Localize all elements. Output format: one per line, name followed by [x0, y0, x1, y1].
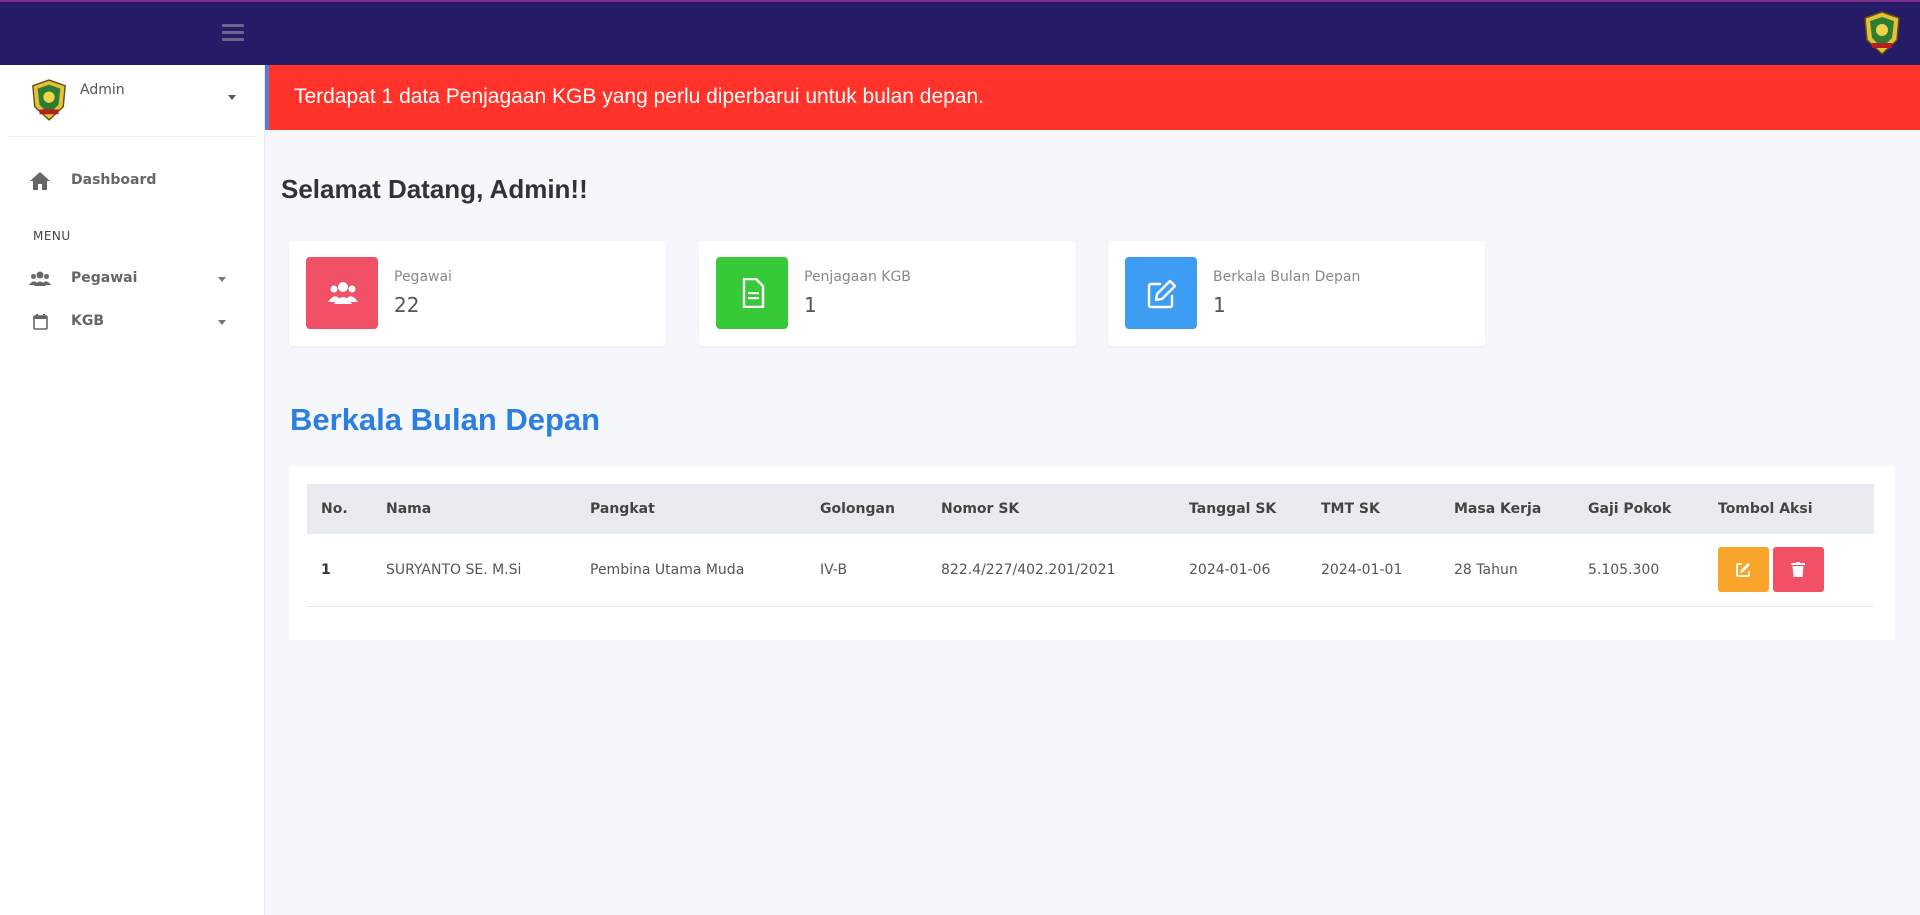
chevron-down-icon	[218, 320, 226, 325]
column-header: Golongan	[820, 501, 895, 517]
column-header: Nama	[386, 501, 432, 517]
edit-button[interactable]	[1718, 547, 1769, 593]
cell-tmt-sk: 2024-01-01	[1321, 561, 1403, 578]
column-header: Masa Kerja	[1454, 501, 1542, 517]
section-title: Berkala Bulan Depan	[290, 402, 601, 437]
stat-card-label: Berkala Bulan Depan	[1213, 269, 1361, 285]
user-panel: Admin	[8, 65, 256, 137]
cell-golongan: IV-B	[820, 561, 848, 578]
sidebar-item-dashboard[interactable]: Dashboard	[0, 164, 264, 198]
column-header: TMT SK	[1321, 501, 1380, 517]
cell-gaji-pokok: 5.105.300	[1588, 561, 1660, 578]
stat-card-icon-box	[716, 257, 788, 329]
column-header: Tanggal SK	[1189, 501, 1277, 517]
sidebar-item-label: Dashboard	[71, 172, 157, 188]
sidebar-item-label: Pegawai	[71, 270, 138, 286]
alert-banner: Terdapat 1 data Penjagaan KGB yang perlu…	[265, 65, 1920, 130]
chevron-down-icon	[218, 277, 226, 282]
stat-card-icon-box	[306, 257, 378, 329]
cell-no: 1	[321, 561, 331, 578]
calendar-icon	[33, 314, 48, 330]
cell-tanggal-sk: 2024-01-06	[1189, 561, 1271, 578]
user-dropdown-caret-icon[interactable]	[228, 95, 236, 100]
sidebar: Admin Dashboard MENU Pegawai KGB	[0, 65, 265, 915]
stat-card-value: 22	[394, 293, 420, 317]
stat-card-pegawai: Pegawai 22	[289, 241, 666, 346]
table-card: No. Nama Pangkat Golongan Nomor SK Tangg…	[289, 466, 1895, 640]
cell-masa-kerja: 28 Tahun	[1454, 561, 1518, 578]
stat-card-value: 1	[1213, 293, 1226, 317]
table-row: 1 SURYANTO SE. M.Si Pembina Utama Muda I…	[307, 534, 1874, 606]
column-header: Gaji Pokok	[1588, 501, 1672, 517]
stat-card-penjagaan-kgb: Penjagaan KGB 1	[699, 241, 1076, 346]
cell-pangkat: Pembina Utama Muda	[590, 561, 745, 578]
stat-card-label: Pegawai	[394, 269, 452, 285]
edit-icon	[1147, 279, 1177, 309]
menu-section-header: MENU	[33, 229, 71, 243]
sidebar-item-label: KGB	[71, 313, 105, 329]
user-name: Admin	[80, 82, 125, 98]
page-title: Selamat Datang, Admin!!	[281, 174, 588, 204]
users-icon	[29, 271, 51, 286]
logo-emblem-icon	[1864, 11, 1900, 56]
document-icon	[742, 278, 765, 308]
edit-icon	[1736, 563, 1750, 578]
trash-icon	[1791, 562, 1805, 578]
stat-card-label: Penjagaan KGB	[804, 269, 911, 285]
sidebar-item-pegawai[interactable]: Pegawai	[0, 262, 264, 296]
cell-nama: SURYANTO SE. M.Si	[386, 561, 522, 578]
column-header: Pangkat	[590, 501, 655, 517]
home-icon	[30, 172, 50, 190]
menu-toggle-icon[interactable]	[222, 24, 244, 42]
alert-message: Terdapat 1 data Penjagaan KGB yang perlu…	[294, 85, 985, 108]
column-header: No.	[321, 501, 348, 517]
column-header: Nomor SK	[941, 501, 1020, 517]
users-icon	[328, 282, 358, 304]
cell-actions	[1704, 534, 1874, 606]
delete-button[interactable]	[1773, 547, 1824, 593]
table-header-row: No. Nama Pangkat Golongan Nomor SK Tangg…	[307, 484, 1874, 534]
stat-card-value: 1	[804, 293, 817, 317]
cell-nomor-sk: 822.4/227/402.201/2021	[941, 561, 1116, 578]
berkala-table: No. Nama Pangkat Golongan Nomor SK Tangg…	[307, 484, 1874, 607]
stat-card-berkala-bulan-depan: Berkala Bulan Depan 1	[1108, 241, 1485, 346]
user-avatar-logo-icon	[32, 79, 66, 121]
sidebar-item-kgb[interactable]: KGB	[0, 305, 264, 339]
stat-card-icon-box	[1125, 257, 1197, 329]
top-navbar	[0, 0, 1920, 65]
column-header: Tombol Aksi	[1718, 501, 1813, 517]
